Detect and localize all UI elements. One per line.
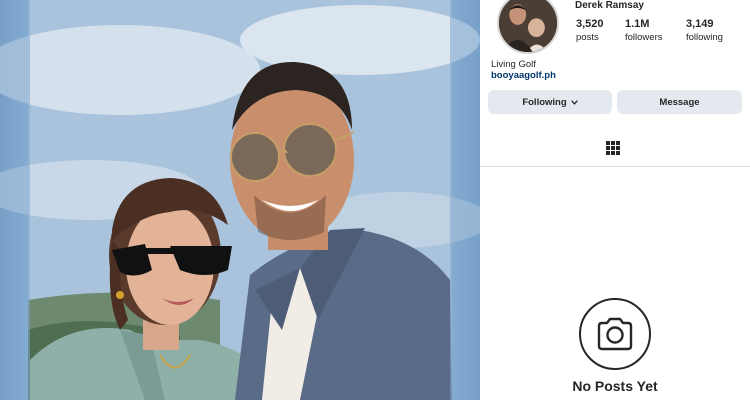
profile-bio: Living Golf (491, 59, 536, 70)
avatar-illustration (499, 0, 557, 52)
stat-followers-value: 1.1M (625, 18, 650, 30)
message-button[interactable]: Message (617, 90, 742, 114)
stat-following-label: following (686, 32, 723, 43)
profile-link[interactable]: booyaagolf.ph (491, 70, 556, 81)
profile-panel: Derek Ramsay 3,520 posts 1.1M followers … (480, 0, 750, 400)
message-button-label: Message (659, 96, 700, 108)
stat-following-value: 3,149 (686, 18, 714, 30)
camera-icon (579, 298, 651, 370)
grid-icon[interactable] (605, 140, 621, 156)
following-button-label: Following (522, 96, 567, 108)
stat-followers[interactable]: 1.1M followers (625, 18, 663, 44)
tab-divider (480, 166, 750, 167)
empty-state-title: No Posts Yet (572, 378, 658, 394)
profile-username: Derek Ramsay (575, 0, 644, 11)
following-button[interactable]: Following (488, 90, 612, 114)
camera-glyph (597, 317, 633, 351)
stat-posts: 3,520 posts (576, 18, 604, 44)
post-photo (0, 0, 480, 400)
stat-following[interactable]: 3,149 following (686, 18, 723, 44)
stat-posts-value: 3,520 (576, 18, 604, 30)
stat-posts-label: posts (576, 32, 599, 43)
avatar[interactable] (497, 0, 559, 54)
couple-photo-illustration (0, 0, 480, 400)
stat-followers-label: followers (625, 32, 663, 43)
chevron-down-icon (571, 99, 578, 105)
